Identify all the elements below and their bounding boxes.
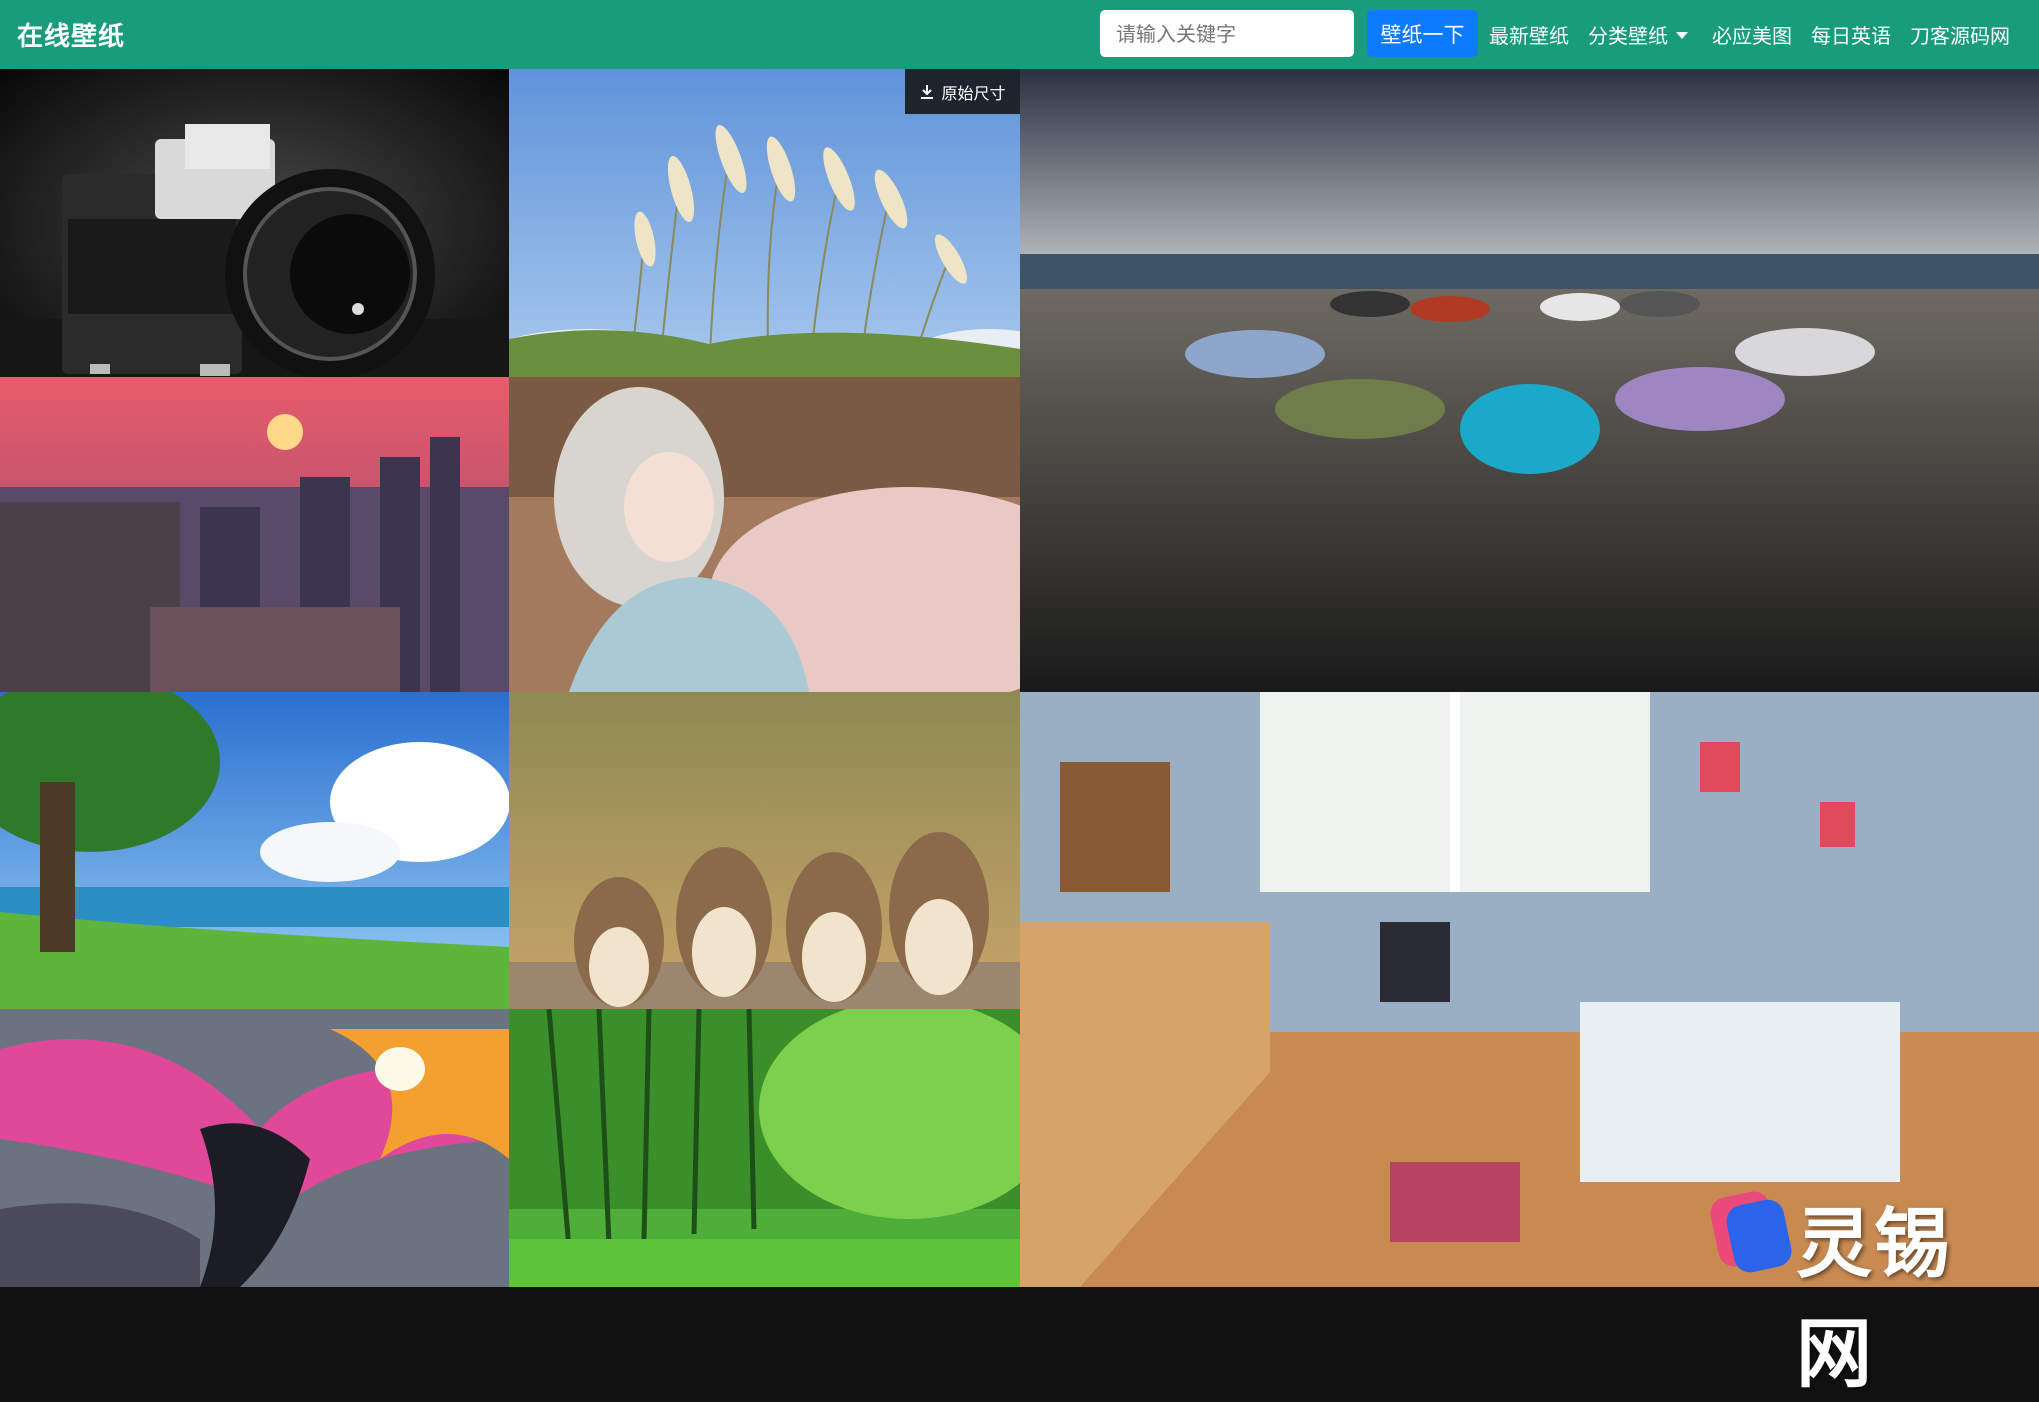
- download-icon: [919, 84, 935, 100]
- wallpaper-cars-beach[interactable]: [1020, 69, 2039, 692]
- original-size-button[interactable]: 原始尺寸: [905, 69, 1020, 114]
- wallpaper-pampas-grass[interactable]: 原始尺寸: [509, 69, 1020, 377]
- nav-category-label: 分类壁纸: [1588, 24, 1668, 48]
- wallpaper-bamboo-forest[interactable]: [509, 1009, 1020, 1287]
- nav-bing-images[interactable]: 必应美图: [1712, 20, 1792, 49]
- nav-category-dropdown[interactable]: 分类壁纸: [1588, 20, 1688, 49]
- site-brand[interactable]: 在线壁纸: [17, 16, 125, 53]
- wallpaper-anime-landscape[interactable]: [0, 692, 509, 1009]
- search-input[interactable]: [1100, 10, 1354, 57]
- wallpaper-owls[interactable]: [509, 692, 1020, 1009]
- wallpaper-fantasy-creature[interactable]: [0, 1009, 509, 1287]
- wallpaper-city-sunset[interactable]: [0, 377, 509, 692]
- watermark-text: 灵锡网: [1796, 1199, 1952, 1398]
- nav-daily-english[interactable]: 每日英语: [1811, 20, 1891, 49]
- search-button[interactable]: 壁纸一下: [1367, 10, 1478, 57]
- wallpaper-camera[interactable]: [0, 69, 509, 377]
- site-watermark: 灵锡网: [1708, 1172, 2028, 1398]
- wallpaper-anime-girl[interactable]: [509, 377, 1020, 692]
- nav-source-site[interactable]: 刀客源码网: [1910, 20, 2010, 49]
- top-navbar: 在线壁纸 壁纸一下 最新壁纸 分类壁纸 必应美图 每日英语 刀客源码网: [0, 0, 2039, 69]
- caret-down-icon: [1676, 32, 1688, 39]
- nav-latest-wallpapers[interactable]: 最新壁纸: [1489, 20, 1569, 49]
- original-size-label: 原始尺寸: [941, 83, 1006, 103]
